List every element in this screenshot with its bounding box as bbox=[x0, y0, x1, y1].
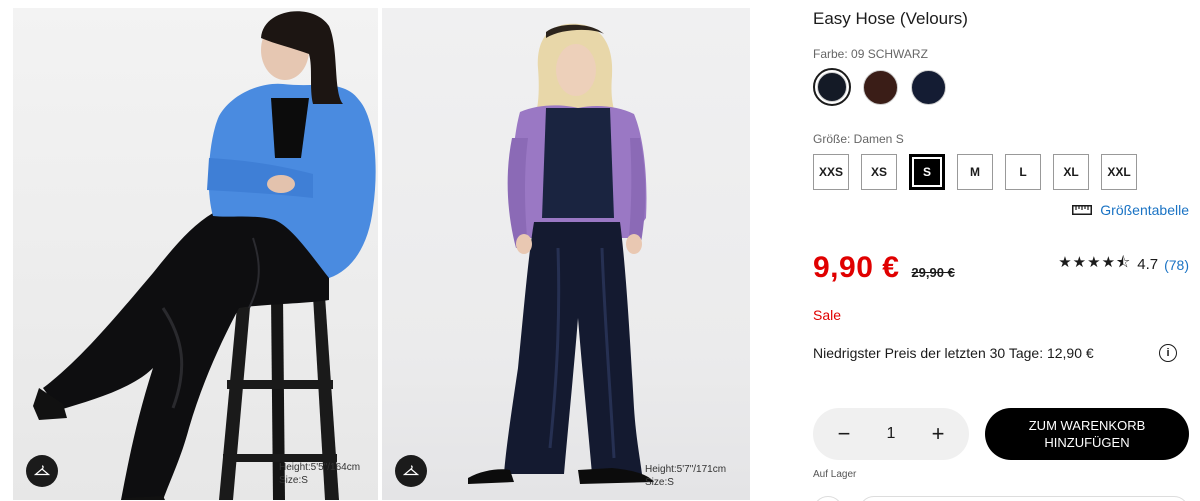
add-to-cart-label: ZUM WARENKORB HINZUFÜGEN bbox=[1029, 417, 1146, 451]
ruler-icon bbox=[1072, 205, 1093, 215]
size-chart-label: Größentabelle bbox=[1100, 202, 1189, 218]
add-to-cart-line1: ZUM WARENKORB bbox=[1028, 418, 1146, 433]
color-swatch-brown[interactable] bbox=[861, 68, 899, 106]
size-button-s[interactable]: S bbox=[909, 154, 945, 190]
hanger-icon bbox=[34, 465, 50, 476]
size-button-xxl[interactable]: XXL bbox=[1101, 154, 1137, 190]
model-photo-seated bbox=[33, 11, 376, 500]
rating-count-link[interactable]: (78) bbox=[1164, 257, 1189, 273]
info-icon[interactable]: i bbox=[1159, 344, 1177, 362]
increase-quantity-button[interactable]: + bbox=[927, 421, 949, 447]
size-button-m[interactable]: M bbox=[957, 154, 993, 190]
try-on-hanger-button-2[interactable] bbox=[395, 455, 427, 487]
store-availability-button[interactable] bbox=[859, 496, 1189, 501]
sale-price: 9,90 € bbox=[813, 251, 900, 284]
color-label: Farbe: 09 SCHWARZ bbox=[813, 47, 928, 61]
product-title: Easy Hose (Velours) bbox=[813, 9, 968, 28]
product-page: Height:5'5"/164cm Size:S Height:5'7"/171… bbox=[0, 0, 1200, 501]
quantity-value[interactable]: 1 bbox=[887, 425, 896, 443]
rating[interactable]: ★★★★⯪ 4.7 (78) bbox=[1058, 252, 1189, 277]
lowest-price-note: Niedrigster Preis der letzten 30 Tage: 1… bbox=[813, 345, 1094, 361]
original-price: 29,90 € bbox=[911, 265, 955, 280]
try-on-hanger-button[interactable] bbox=[26, 455, 58, 487]
size-label: Größe: Damen S bbox=[813, 132, 904, 146]
product-photo-2[interactable]: Height:5'7"/171cm Size:S bbox=[382, 8, 750, 500]
model-size: Size:S bbox=[279, 475, 308, 486]
size-button-xs[interactable]: XS bbox=[861, 154, 897, 190]
sale-badge: Sale bbox=[813, 307, 842, 323]
color-swatch-navy[interactable] bbox=[909, 68, 947, 106]
decrease-quantity-button[interactable]: − bbox=[833, 421, 855, 447]
size-chart-link[interactable]: Größentabelle bbox=[1072, 202, 1189, 218]
product-details: Easy Hose (Velours) Farbe: 09 SCHWARZ Gr… bbox=[813, 0, 1191, 501]
quantity-stepper: − 1 + bbox=[813, 408, 969, 460]
wishlist-button[interactable] bbox=[813, 496, 843, 501]
rating-value: 4.7 bbox=[1137, 256, 1159, 273]
size-button-xxs[interactable]: XXS bbox=[813, 154, 849, 190]
product-photo-1[interactable]: Height:5'5"/164cm Size:S bbox=[13, 8, 378, 500]
star-rating-icon: ★★★★⯪ bbox=[1058, 254, 1132, 271]
price-row: 9,90 € 29,90 € bbox=[813, 251, 955, 285]
model-info: Height:5'5"/164cm Size:S bbox=[279, 461, 360, 487]
color-swatch-black[interactable] bbox=[813, 68, 851, 106]
model-info: Height:5'7"/171cm Size:S bbox=[645, 463, 726, 489]
size-options: XXS XS S M L XL XXL bbox=[813, 154, 1137, 190]
size-button-xl[interactable]: XL bbox=[1053, 154, 1089, 190]
color-swatches bbox=[813, 68, 947, 106]
add-to-cart-line2: HINZUFÜGEN bbox=[1044, 435, 1130, 450]
model-height: Height:5'5"/164cm bbox=[279, 462, 361, 473]
model-size: Size:S bbox=[645, 477, 674, 488]
stock-status: Auf Lager bbox=[813, 469, 857, 480]
swatch-color bbox=[817, 72, 847, 102]
hanger-icon bbox=[403, 465, 419, 476]
size-button-l[interactable]: L bbox=[1005, 154, 1041, 190]
add-to-cart-button[interactable]: ZUM WARENKORB HINZUFÜGEN bbox=[985, 408, 1189, 460]
model-photo-standing bbox=[468, 23, 654, 484]
model-height: Height:5'7"/171cm bbox=[645, 464, 727, 475]
swatch-color bbox=[910, 69, 946, 105]
swatch-color bbox=[862, 69, 898, 105]
